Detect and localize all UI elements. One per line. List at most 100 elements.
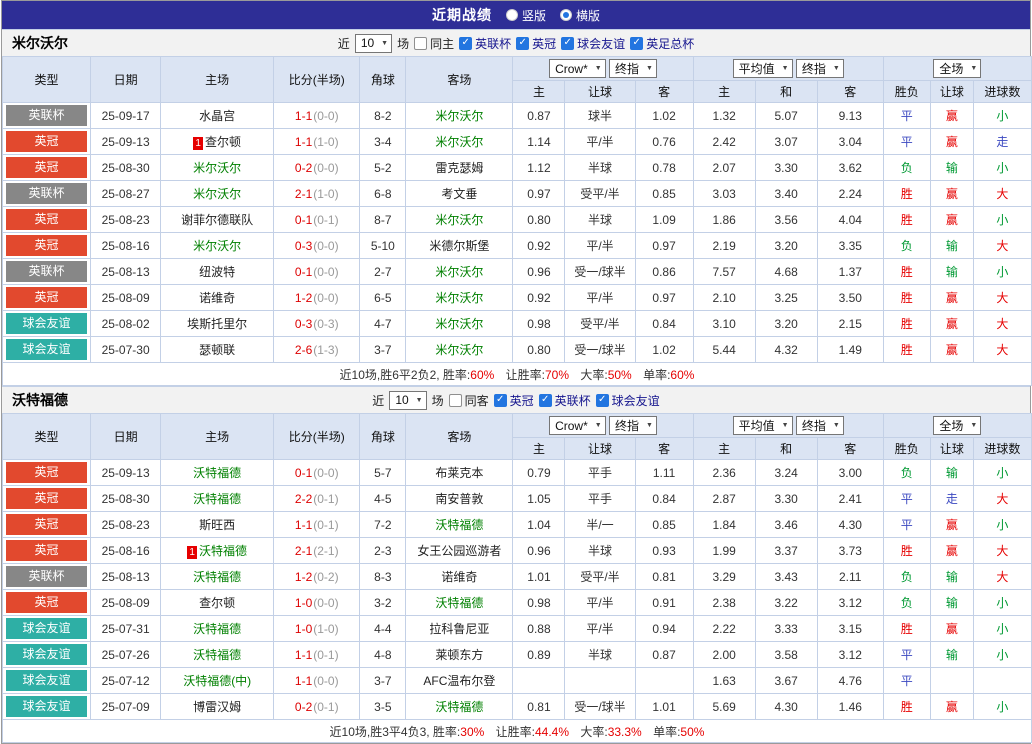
away-team-link[interactable]: 南安普敦 [435, 492, 483, 506]
home-team-link[interactable]: 查尔顿 [199, 596, 235, 610]
checkbox-icon[interactable] [630, 36, 644, 50]
asia-stage-select[interactable]: 终指 ▼ [609, 59, 657, 78]
fulltime-score[interactable]: 1-1 [295, 135, 312, 149]
checkbox-icon[interactable] [493, 393, 507, 407]
league-filter-checkbox[interactable]: 英联杯 [459, 35, 511, 52]
score-cell[interactable]: 1-1(0-0) [273, 667, 361, 694]
layout-option-horizontal[interactable]: 横版 [560, 7, 600, 24]
away-team-link[interactable]: 雷克瑟姆 [435, 161, 483, 175]
score-cell[interactable]: 0-2(0-1) [273, 693, 361, 720]
away-team-link[interactable]: 米尔沃尔 [435, 109, 483, 123]
away-team-link[interactable]: 沃特福德 [435, 596, 483, 610]
score-cell[interactable]: 0-2(0-0) [273, 154, 361, 181]
away-team-link[interactable]: 女王公园巡游者 [417, 544, 501, 558]
recent-count-select[interactable]: 10 ▼ [354, 33, 393, 53]
asia-company-select[interactable]: Crow* ▼ [549, 59, 606, 78]
score-cell[interactable]: 0-1(0-0) [273, 258, 361, 285]
away-team-link[interactable]: 米尔沃尔 [435, 213, 483, 227]
score-cell[interactable]: 2-2(0-1) [273, 485, 361, 512]
home-team-link[interactable]: 瑟顿联 [199, 343, 235, 357]
score-cell[interactable]: 1-1(0-1) [273, 641, 361, 668]
fulltime-score[interactable]: 1-0 [295, 596, 312, 610]
home-team-link[interactable]: 沃特福德 [193, 466, 241, 480]
same-venue-checkbox[interactable]: 同主 [414, 35, 454, 52]
fulltime-score[interactable]: 1-1 [295, 109, 312, 123]
home-team-link[interactable]: 水晶宫 [199, 109, 235, 123]
asia-stage-select[interactable]: 终指 ▼ [609, 416, 657, 435]
score-cell[interactable]: 1-1(0-1) [273, 511, 361, 538]
fulltime-score[interactable]: 0-1 [295, 466, 312, 480]
fulltime-score[interactable]: 2-2 [295, 492, 312, 506]
away-team-link[interactable]: 莱顿东方 [435, 648, 483, 662]
checkbox-icon[interactable] [595, 393, 609, 407]
scope-select[interactable]: 全场 ▼ [933, 59, 982, 78]
score-cell[interactable]: 0-1(0-1) [273, 206, 361, 233]
fulltime-score[interactable]: 2-1 [295, 544, 312, 558]
home-team-link[interactable]: 诺维奇 [199, 291, 235, 305]
home-team-link[interactable]: 米尔沃尔 [193, 187, 241, 201]
home-team-link[interactable]: 沃特福德 [193, 492, 241, 506]
euro-stage-select[interactable]: 终指 ▼ [795, 59, 844, 78]
away-team-link[interactable]: 诺维奇 [441, 570, 477, 584]
fulltime-score[interactable]: 2-1 [295, 187, 312, 201]
away-team-link[interactable]: 米尔沃尔 [435, 265, 483, 279]
home-team-link[interactable]: 斯旺西 [199, 518, 235, 532]
home-team-link[interactable]: 米尔沃尔 [193, 161, 241, 175]
home-team-link[interactable]: 埃斯托里尔 [187, 317, 247, 331]
home-team-link[interactable]: 米尔沃尔 [193, 239, 241, 253]
away-team-link[interactable]: 米尔沃尔 [435, 291, 483, 305]
asia-company-select[interactable]: Crow* ▼ [549, 416, 606, 435]
same-venue-checkbox[interactable]: 同客 [448, 392, 489, 409]
away-team-link[interactable]: 米尔沃尔 [435, 343, 483, 357]
score-cell[interactable]: 2-1(1-0) [273, 180, 361, 207]
home-team-link[interactable]: 博雷汉姆 [193, 700, 241, 714]
checkbox-icon[interactable] [516, 36, 530, 50]
home-team-link[interactable]: 沃特福德 [199, 544, 247, 558]
score-cell[interactable]: 1-0(0-0) [273, 589, 361, 616]
score-cell[interactable]: 1-2(0-0) [273, 284, 361, 311]
away-team-link[interactable]: 拉科鲁尼亚 [429, 622, 489, 636]
euro-stage-select[interactable]: 终指 ▼ [795, 416, 844, 435]
home-team-link[interactable]: 沃特福德 [193, 570, 241, 584]
radio-icon[interactable] [505, 9, 518, 21]
checkbox-icon[interactable] [538, 393, 552, 407]
fulltime-score[interactable]: 1-1 [295, 674, 312, 688]
league-filter-checkbox[interactable]: 英冠 [493, 392, 534, 409]
fulltime-score[interactable]: 0-1 [295, 213, 312, 227]
scope-select[interactable]: 全场 ▼ [933, 416, 982, 435]
score-cell[interactable]: 2-1(2-1) [273, 537, 361, 564]
home-team-link[interactable]: 沃特福德(中) [183, 674, 251, 688]
away-team-link[interactable]: 沃特福德 [435, 518, 483, 532]
league-filter-checkbox[interactable]: 英冠 [516, 35, 556, 52]
euro-company-select[interactable]: 平均值 ▼ [732, 416, 793, 435]
fulltime-score[interactable]: 0-2 [295, 161, 312, 175]
fulltime-score[interactable]: 1-1 [295, 518, 312, 532]
checkbox-icon[interactable] [414, 36, 428, 50]
league-filter-checkbox[interactable]: 球会友谊 [595, 392, 660, 409]
score-cell[interactable]: 2-6(1-3) [273, 336, 361, 363]
away-team-link[interactable]: 布莱克本 [435, 466, 483, 480]
home-team-link[interactable]: 沃特福德 [193, 622, 241, 636]
score-cell[interactable]: 1-1(0-0) [273, 102, 361, 129]
fulltime-score[interactable]: 2-6 [295, 343, 312, 357]
away-team-link[interactable]: 米尔沃尔 [435, 317, 483, 331]
league-filter-checkbox[interactable]: 英足总杯 [630, 35, 694, 52]
score-cell[interactable]: 0-3(0-0) [273, 232, 361, 259]
fulltime-score[interactable]: 0-2 [295, 700, 312, 714]
fulltime-score[interactable]: 1-2 [295, 570, 312, 584]
layout-option-vertical[interactable]: 竖版 [505, 7, 546, 24]
fulltime-score[interactable]: 1-2 [295, 291, 312, 305]
away-team-link[interactable]: 米德尔斯堡 [429, 239, 489, 253]
score-cell[interactable]: 0-3(0-3) [273, 310, 361, 337]
fulltime-score[interactable]: 0-3 [295, 239, 312, 253]
checkbox-icon[interactable] [459, 36, 473, 50]
league-filter-checkbox[interactable]: 英联杯 [538, 392, 591, 409]
score-cell[interactable]: 1-2(0-2) [273, 563, 361, 590]
away-team-link[interactable]: 考文垂 [441, 187, 477, 201]
home-team-link[interactable]: 谢菲尔德联队 [181, 213, 253, 227]
home-team-link[interactable]: 纽波特 [199, 265, 235, 279]
checkbox-icon[interactable] [448, 393, 462, 407]
checkbox-icon[interactable] [561, 36, 575, 50]
radio-icon[interactable] [560, 9, 572, 21]
away-team-link[interactable]: AFC温布尔登 [423, 674, 495, 688]
